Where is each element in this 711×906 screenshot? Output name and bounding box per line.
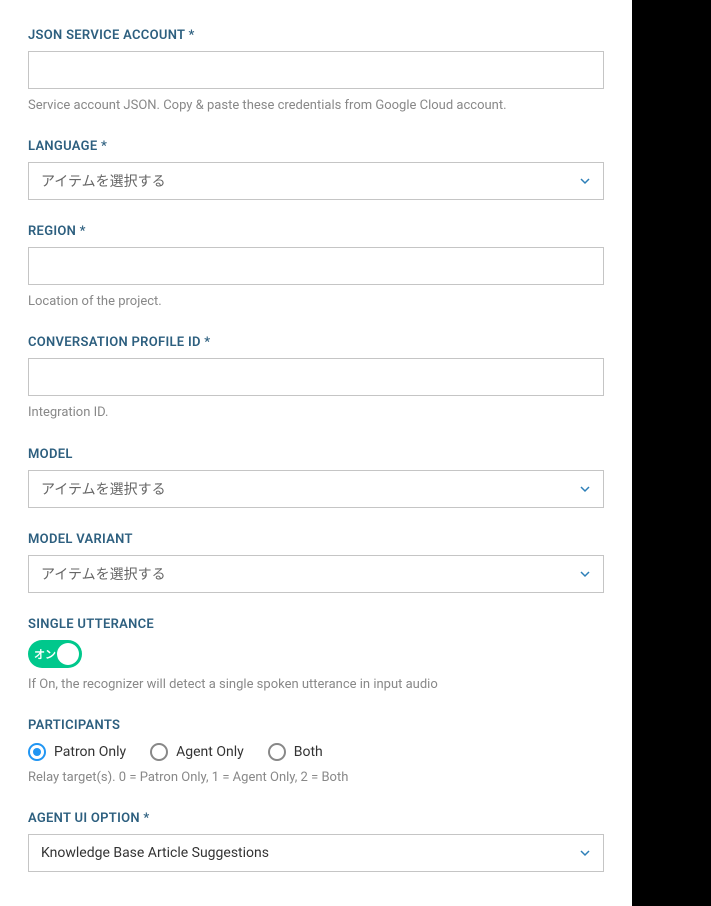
radio-agent-only[interactable]: Agent Only <box>150 743 244 761</box>
agent-ui-option-value: Knowledge Base Article Suggestions <box>41 845 269 861</box>
model-variant-label: MODEL VARIANT <box>28 532 604 547</box>
radio-both[interactable]: Both <box>268 743 323 761</box>
conversation-profile-id-input[interactable] <box>28 358 604 396</box>
region-label: REGION * <box>28 224 604 239</box>
model-placeholder: アイテムを選択する <box>41 479 166 499</box>
agent-ui-option-group: AGENT UI OPTION * Knowledge Base Article… <box>28 811 604 872</box>
agent-ui-option-label: AGENT UI OPTION * <box>28 811 604 826</box>
conversation-profile-id-group: CONVERSATION PROFILE ID * Integration ID… <box>28 335 604 422</box>
region-help: Location of the project. <box>28 293 604 311</box>
json-service-account-input[interactable] <box>28 51 604 89</box>
json-service-account-group: JSON SERVICE ACCOUNT * Service account J… <box>28 28 604 115</box>
json-service-account-help: Service account JSON. Copy & paste these… <box>28 97 604 115</box>
radio-label-agent: Agent Only <box>176 744 244 760</box>
chevron-down-icon <box>579 483 591 495</box>
radio-label-both: Both <box>294 744 323 760</box>
language-label: LANGUAGE * <box>28 139 604 154</box>
participants-help: Relay target(s). 0 = Patron Only, 1 = Ag… <box>28 769 604 787</box>
toggle-on-label: オン <box>34 646 56 662</box>
language-select[interactable]: アイテムを選択する <box>28 162 604 200</box>
radio-circle-icon <box>150 743 168 761</box>
form-container: JSON SERVICE ACCOUNT * Service account J… <box>0 0 632 906</box>
model-select[interactable]: アイテムを選択する <box>28 470 604 508</box>
single-utterance-help: If On, the recognizer will detect a sing… <box>28 676 604 694</box>
chevron-down-icon <box>579 568 591 580</box>
participants-group: PARTICIPANTS Patron Only Agent Only Both… <box>28 718 604 787</box>
model-group: MODEL アイテムを選択する <box>28 447 604 508</box>
agent-ui-option-select[interactable]: Knowledge Base Article Suggestions <box>28 834 604 872</box>
radio-circle-icon <box>28 743 46 761</box>
chevron-down-icon <box>579 847 591 859</box>
json-service-account-label: JSON SERVICE ACCOUNT * <box>28 28 604 43</box>
single-utterance-label: SINGLE UTTERANCE <box>28 617 604 632</box>
region-input[interactable] <box>28 247 604 285</box>
toggle-knob <box>57 643 79 665</box>
model-label: MODEL <box>28 447 604 462</box>
model-variant-placeholder: アイテムを選択する <box>41 564 166 584</box>
model-variant-select[interactable]: アイテムを選択する <box>28 555 604 593</box>
radio-dot-icon <box>33 748 41 756</box>
region-group: REGION * Location of the project. <box>28 224 604 311</box>
single-utterance-group: SINGLE UTTERANCE オン If On, the recognize… <box>28 617 604 694</box>
participants-label: PARTICIPANTS <box>28 718 604 733</box>
conversation-profile-id-label: CONVERSATION PROFILE ID * <box>28 335 604 350</box>
radio-patron-only[interactable]: Patron Only <box>28 743 126 761</box>
model-variant-group: MODEL VARIANT アイテムを選択する <box>28 532 604 593</box>
language-placeholder: アイテムを選択する <box>41 171 166 191</box>
language-group: LANGUAGE * アイテムを選択する <box>28 139 604 200</box>
radio-circle-icon <box>268 743 286 761</box>
radio-label-patron: Patron Only <box>54 744 126 760</box>
chevron-down-icon <box>579 175 591 187</box>
single-utterance-toggle[interactable]: オン <box>28 640 82 668</box>
participants-radio-group: Patron Only Agent Only Both <box>28 743 604 761</box>
conversation-profile-id-help: Integration ID. <box>28 404 604 422</box>
